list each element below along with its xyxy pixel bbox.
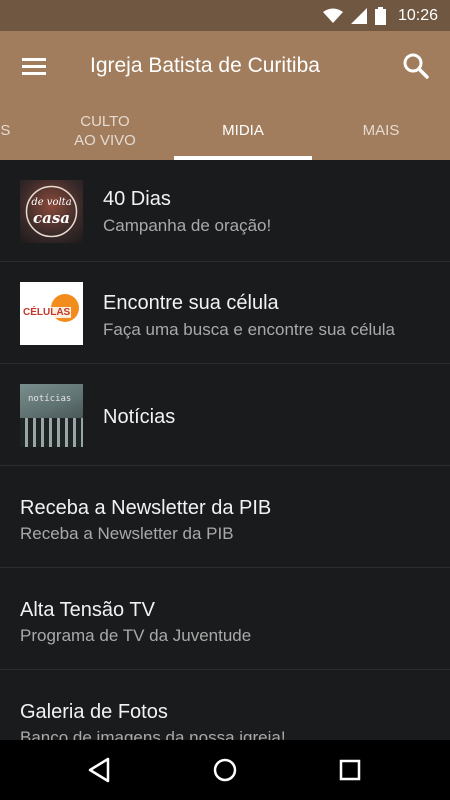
thumbnail-celulas: CÉLULAS <box>20 282 83 345</box>
back-icon[interactable] <box>84 754 116 786</box>
menu-icon[interactable] <box>20 52 50 80</box>
item-title: 40 Dias <box>103 188 171 210</box>
app-bar: Igreja Batista de Curitiba <box>0 31 450 101</box>
tab-mais[interactable]: MAIS <box>320 101 442 160</box>
list-item-encontre-celula[interactable]: CÉLULAS Encontre sua célula Faça uma bus… <box>0 262 450 364</box>
list-item-40-dias[interactable]: de volta casa 40 Dias Campanha de oração… <box>0 160 450 262</box>
status-bar: 10:26 <box>0 0 450 31</box>
item-title: Encontre sua célula <box>103 292 279 314</box>
tab-culto-ao-vivo[interactable]: CULTO AO VIVO <box>50 101 160 160</box>
list-item-galeria[interactable]: Galeria de Fotos Banco de imagens da nos… <box>0 670 450 740</box>
item-subtitle: Campanha de oração! <box>103 216 272 235</box>
item-title: Alta Tensão TV <box>20 599 155 621</box>
battery-icon <box>374 6 386 25</box>
thumbnail-40-dias: de volta casa <box>20 180 83 243</box>
list-item-alta-tensao[interactable]: Alta Tensão TV Programa de TV da Juventu… <box>0 568 450 670</box>
tab-partial[interactable]: NS <box>0 101 30 160</box>
list-item-noticias[interactable]: notícias Notícias <box>0 364 450 466</box>
status-icons: 10:26 <box>322 0 438 31</box>
search-icon[interactable] <box>402 52 430 80</box>
tab-bar: NS CULTO AO VIVO MIDIA MAIS <box>0 101 450 160</box>
item-subtitle: Banco de imagens da nossa igreja! <box>20 728 286 740</box>
tab-midia[interactable]: MIDIA <box>174 101 312 160</box>
cell-signal-icon <box>350 7 367 24</box>
thumb-label: CÉLULAS <box>22 307 72 318</box>
media-list: de volta casa 40 Dias Campanha de oração… <box>0 160 450 740</box>
item-subtitle: Faça uma busca e encontre sua célula <box>103 320 396 339</box>
page-title: Igreja Batista de Curitiba <box>90 54 320 77</box>
thumb-text-top: de volta <box>31 197 72 208</box>
item-title: Receba a Newsletter da PIB <box>20 497 272 519</box>
status-time: 10:26 <box>397 6 438 24</box>
wifi-icon <box>322 8 343 23</box>
navigation-bar <box>0 740 450 800</box>
typewriter-keys <box>20 418 83 447</box>
thumbnail-noticias: notícias <box>20 384 83 447</box>
item-title: Notícias <box>103 406 176 428</box>
thumb-label: notícias <box>28 394 72 404</box>
list-item-newsletter[interactable]: Receba a Newsletter da PIB Receba a News… <box>0 466 450 568</box>
item-subtitle: Receba a Newsletter da PIB <box>20 524 234 543</box>
home-icon[interactable] <box>209 754 241 786</box>
item-title: Galeria de Fotos <box>20 701 168 723</box>
item-subtitle: Programa de TV da Juventude <box>20 626 252 645</box>
recents-icon[interactable] <box>334 754 366 786</box>
thumb-text-bottom: casa <box>32 209 71 227</box>
